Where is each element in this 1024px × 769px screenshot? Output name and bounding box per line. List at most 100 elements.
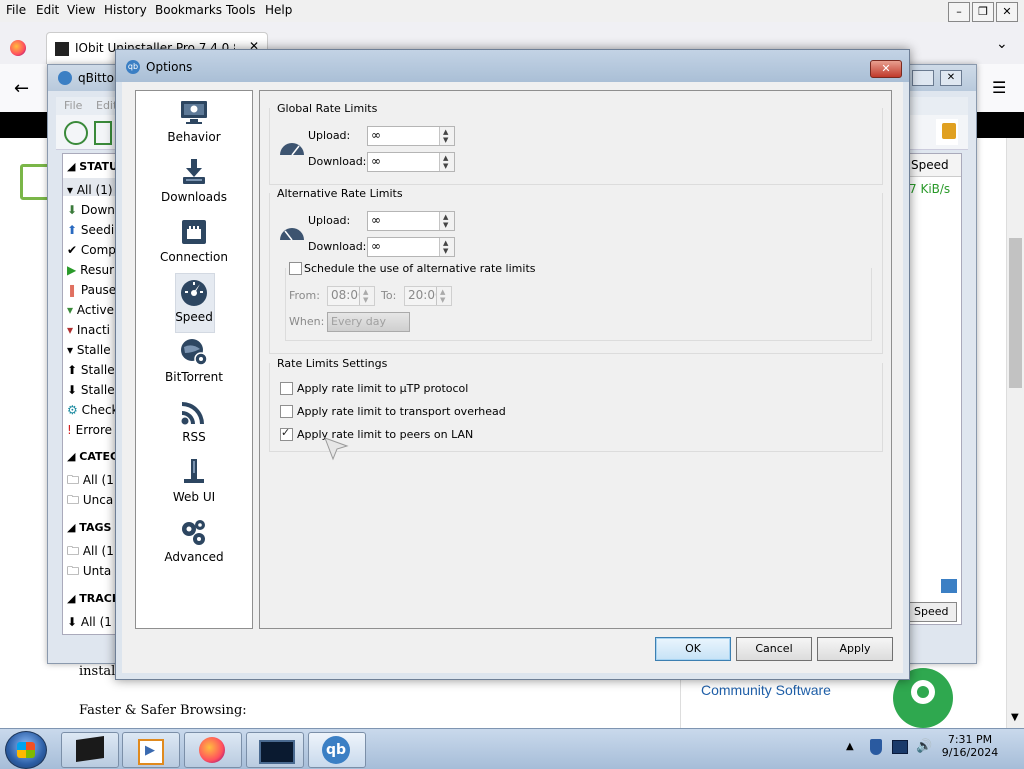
tag-item-untagged[interactable]: 🗀 Unta [67,561,114,581]
lan-checkbox[interactable] [280,426,293,441]
status-item-errored[interactable]: ! Errore [67,420,119,440]
status-item-downloading[interactable]: ⬇ Down [67,200,119,220]
menu-history[interactable]: History [104,3,147,17]
hamburger-menu-icon[interactable]: ☰ [992,78,1006,97]
nav-item-speed[interactable]: Speed [136,271,252,333]
to-time-spinbox[interactable]: 20:00 ▲ ▼ [404,286,452,306]
shield-icon[interactable] [870,739,882,755]
tab-list-chevron-icon[interactable]: ⌄ [996,36,1008,52]
system-clock[interactable]: 7:31 PM 9/16/2024 [940,733,1000,759]
menu-view[interactable]: View [67,3,95,17]
category-item-all[interactable]: 🗀 All (1 [67,470,114,490]
alternative-rate-limits-title: Alternative Rate Limits [277,187,407,200]
spin-down-icon[interactable]: ▼ [443,162,448,170]
spin-up-icon[interactable]: ▲ [363,288,368,296]
nav-item-behavior[interactable]: Behavior [136,91,252,151]
tracker-item-all[interactable]: ⬇ All (1 [67,612,112,632]
status-item-resumed[interactable]: ▶ Resur [67,260,119,280]
speed-tab-button[interactable]: Speed [909,602,957,622]
status-item-seeding[interactable]: ⬆ Seedi [67,220,119,240]
trackers-header: ◢ TRACK [67,592,121,605]
nav-item-rss[interactable]: RSS [136,391,252,451]
list-scroll-icon[interactable] [941,579,957,593]
overhead-label[interactable]: Apply rate limit to transport overhead [297,405,506,418]
menu-file[interactable]: File [6,3,26,17]
nav-item-bittorrent[interactable]: BitTorrent [136,331,252,391]
minimize-button[interactable]: – [948,2,970,22]
menu-tools[interactable]: Tools [226,3,256,17]
nav-item-downloads[interactable]: Downloads [136,151,252,211]
status-item-inactive[interactable]: ▾ Inacti [67,320,119,340]
schedule-checkbox[interactable] [289,262,302,275]
speed-icon [181,280,207,306]
options-close-button[interactable]: ✕ [870,60,902,78]
apply-button[interactable]: Apply [817,637,893,661]
page-scrollbar[interactable]: ▼ [1006,138,1024,728]
nav-item-webui[interactable]: Web UI [136,451,252,511]
add-link-icon[interactable] [64,121,88,145]
spin-up-icon[interactable]: ▲ [440,288,445,296]
community-software-link[interactable]: Community Software [701,682,831,698]
spin-up-icon[interactable]: ▲ [443,213,448,221]
nav-item-connection[interactable]: Connection [136,211,252,271]
global-download-spinbox[interactable]: ∞ ▲ ▼ [367,152,455,172]
status-item-stalled[interactable]: ▾ Stalle [67,340,119,360]
qbittorrent-logo-icon: qb [126,60,140,74]
restore-button[interactable]: ❐ [972,2,994,22]
menu-bookmarks[interactable]: Bookmarks [155,3,222,17]
utp-checkbox[interactable] [280,382,293,395]
alt-upload-spinbox[interactable]: ∞ ▲ ▼ [367,211,455,231]
utp-label[interactable]: Apply rate limit to µTP protocol [297,382,468,395]
status-item-checking[interactable]: ⚙ Check [67,400,119,420]
global-upload-spinbox[interactable]: ∞ ▲ ▼ [367,126,455,146]
spin-down-icon[interactable]: ▼ [443,221,448,229]
status-item-all[interactable]: ▾ All (1) [67,180,119,200]
cancel-button[interactable]: Cancel [736,637,812,661]
overhead-checkbox[interactable] [280,405,293,418]
category-item-uncategorized[interactable]: 🗀 Unca [67,490,114,510]
qb-close-button[interactable]: ✕ [940,70,962,86]
scrollbar-thumb[interactable] [1009,238,1022,388]
taskbar-app-qbittorrent[interactable]: qb [308,732,366,768]
taskbar-app-media[interactable]: ▶ [122,732,180,768]
back-arrow-icon[interactable]: ← [14,78,29,99]
spin-up-icon[interactable]: ▲ [443,154,448,162]
scroll-down-icon[interactable]: ▼ [1011,712,1019,723]
alt-download-spinbox[interactable]: ∞ ▲ ▼ [367,237,455,257]
firefox-icon[interactable] [10,40,26,56]
spin-down-icon[interactable]: ▼ [443,247,448,255]
spin-down-icon[interactable]: ▼ [440,296,445,304]
close-button[interactable]: ✕ [996,2,1018,22]
from-time-spinbox[interactable]: 08:00 ▲ ▼ [327,286,375,306]
spin-up-icon[interactable]: ▲ [443,128,448,136]
qb-menu-file[interactable]: File [64,99,82,112]
speed-column-header[interactable]: Speed [909,154,961,177]
add-file-icon[interactable] [94,121,112,145]
volume-icon[interactable]: 🔊 [916,739,932,755]
taskbar-app-terminal[interactable] [246,732,304,768]
status-item-paused[interactable]: ❚ Pause [67,280,119,300]
status-item-stalled-up[interactable]: ⬆ Stalle [67,360,119,380]
alternative-gauge-icon [280,228,304,241]
qb-maximize-button[interactable] [912,70,934,86]
status-item-stalled-down[interactable]: ⬇ Stalle [67,380,119,400]
menu-help[interactable]: Help [265,3,292,17]
schedule-label[interactable]: Schedule the use of alternative rate lim… [304,262,539,275]
spin-down-icon[interactable]: ▼ [363,296,368,304]
status-item-completed[interactable]: ✔ Comp [67,240,119,260]
menu-edit[interactable]: Edit [36,3,59,17]
start-button[interactable] [5,731,47,769]
nav-item-advanced[interactable]: Advanced [136,511,252,571]
tag-item-all[interactable]: 🗀 All (1 [67,541,114,561]
network-icon[interactable] [892,740,908,754]
taskbar-app-firefox[interactable] [184,732,242,768]
tray-expand-icon[interactable]: ▲ [846,741,854,752]
spin-down-icon[interactable]: ▼ [443,136,448,144]
status-item-active[interactable]: ▾ Active [67,300,119,320]
ok-button[interactable]: OK [655,637,731,661]
spin-up-icon[interactable]: ▲ [443,239,448,247]
options-dialog: qb Options ✕ Behavior Downloads Connecti… [115,49,910,680]
nav-label: Connection [160,250,228,264]
taskbar-app-iobit[interactable] [61,732,119,768]
when-dropdown[interactable]: Every day [327,312,410,332]
